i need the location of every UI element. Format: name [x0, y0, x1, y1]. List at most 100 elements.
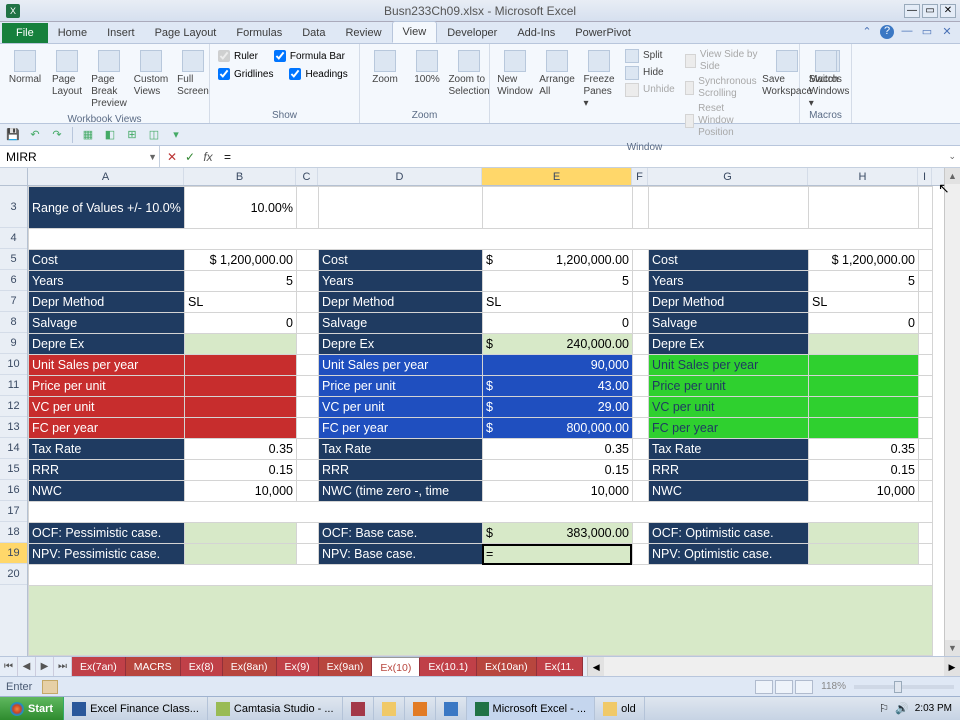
cell-E19[interactable]: = — [483, 544, 633, 565]
zoom-100-button[interactable]: 100% — [408, 48, 446, 88]
taskbar-button-ie[interactable] — [436, 697, 467, 720]
cell-A14[interactable]: Tax Rate — [29, 439, 185, 460]
zoom-to-selection-button[interactable]: Zoom to Selection — [450, 48, 488, 100]
insert-function-icon[interactable]: fx — [200, 150, 216, 164]
row-header-17[interactable]: 17 — [0, 501, 27, 522]
cell-D18[interactable]: OCF: Base case. — [319, 523, 483, 544]
row-header-5[interactable]: 5 — [0, 249, 27, 270]
sheet-tab-6[interactable]: Ex(9an) — [319, 657, 373, 676]
cell-D10[interactable]: Unit Sales per year — [319, 355, 483, 376]
cell-G11[interactable]: Price per unit — [649, 376, 809, 397]
worksheet-grid[interactable]: A B C D E F G H I 3 4 5 6 7 8 9 10 11 12… — [0, 168, 960, 656]
tab-page-layout[interactable]: Page Layout — [145, 23, 227, 43]
cell-D19[interactable]: NPV: Base case. — [319, 544, 483, 565]
close-button[interactable]: ✕ — [940, 4, 956, 18]
cell-B9[interactable] — [185, 334, 297, 355]
qat-customize-icon[interactable]: ▾ — [167, 126, 185, 144]
full-screen-button[interactable]: Full Screen — [174, 48, 212, 100]
col-header-H[interactable]: H — [808, 168, 918, 185]
cell-A10[interactable]: Unit Sales per year — [29, 355, 185, 376]
page-break-preview-button[interactable]: Page Break Preview — [90, 48, 128, 112]
formula-bar-expand-icon[interactable]: ⌄ — [948, 151, 956, 162]
taskbar-button-access[interactable] — [343, 697, 374, 720]
view-page-layout-icon[interactable] — [775, 680, 793, 694]
redo-icon[interactable]: ↷ — [48, 126, 66, 144]
col-header-F[interactable]: F — [632, 168, 648, 185]
taskbar-button-1[interactable]: Excel Finance Class... — [64, 697, 208, 720]
scroll-right-icon[interactable]: ▶ — [944, 657, 960, 676]
cell-B10[interactable] — [185, 355, 297, 376]
new-window-button[interactable]: New Window — [496, 48, 534, 100]
enter-formula-icon[interactable]: ✓ — [182, 150, 198, 164]
cell-G8[interactable]: Salvage — [649, 313, 809, 334]
horizontal-scrollbar[interactable]: ◀ ▶ — [587, 657, 960, 676]
cell-A12[interactable]: VC per unit — [29, 397, 185, 418]
cell-G16[interactable]: NWC — [649, 481, 809, 502]
cell-D11[interactable]: Price per unit — [319, 376, 483, 397]
taskbar-button-2[interactable]: Camtasia Studio - ... — [208, 697, 343, 720]
cell-row4[interactable] — [29, 229, 933, 250]
view-page-break-icon[interactable] — [795, 680, 813, 694]
sheet-tab-2[interactable]: MACRS — [126, 657, 181, 676]
tab-data[interactable]: Data — [292, 23, 335, 43]
cell-H15[interactable]: 0.15 — [809, 460, 919, 481]
system-tray[interactable]: ⚐ 🔊 2:03 PM — [871, 702, 960, 715]
vertical-scrollbar[interactable]: ▲ ▼ — [944, 168, 960, 656]
cell-A6[interactable]: Years — [29, 271, 185, 292]
col-header-I[interactable]: I — [918, 168, 932, 185]
cell-B16[interactable]: 10,000 — [185, 481, 297, 502]
row-header-6[interactable]: 6 — [0, 270, 27, 291]
scroll-left-icon[interactable]: ◀ — [588, 657, 604, 676]
row-header-15[interactable]: 15 — [0, 459, 27, 480]
qat-icon-3[interactable]: ⊞ — [123, 126, 141, 144]
sync-scrolling-button[interactable]: Synchronous Scrolling — [682, 75, 764, 101]
formula-bar-checkbox[interactable]: Formula Bar — [272, 48, 347, 64]
cell-A15[interactable]: RRR — [29, 460, 185, 481]
cell-G7[interactable]: Depr Method — [649, 292, 809, 313]
cell-D5[interactable]: Cost — [319, 250, 483, 271]
cell-B19[interactable] — [185, 544, 297, 565]
cancel-formula-icon[interactable]: ✕ — [164, 150, 180, 164]
tab-view[interactable]: View — [392, 21, 438, 43]
cell-G12[interactable]: VC per unit — [649, 397, 809, 418]
headings-checkbox[interactable]: Headings — [287, 66, 349, 82]
tab-powerpivot[interactable]: PowerPivot — [565, 23, 641, 43]
qat-icon-4[interactable]: ◫ — [145, 126, 163, 144]
cell-D16[interactable]: NWC (time zero -, time — [319, 481, 483, 502]
unhide-button[interactable]: Unhide — [622, 82, 678, 98]
tab-addins[interactable]: Add-Ins — [507, 23, 565, 43]
cell-D6[interactable]: Years — [319, 271, 483, 292]
sheet-nav-prev-icon[interactable]: ◀ — [18, 657, 36, 676]
cell-B11[interactable] — [185, 376, 297, 397]
sheet-tab-10[interactable]: Ex(11. — [537, 657, 584, 676]
cell-D15[interactable]: RRR — [319, 460, 483, 481]
cell-B7[interactable]: SL — [185, 292, 297, 313]
doc-restore-icon[interactable]: ▭ — [920, 25, 934, 39]
cell-G9[interactable]: Depre Ex — [649, 334, 809, 355]
cell-D8[interactable]: Salvage — [319, 313, 483, 334]
sheet-tab-9[interactable]: Ex(10an) — [477, 657, 537, 676]
cell-D12[interactable]: VC per unit — [319, 397, 483, 418]
ruler-checkbox[interactable]: Ruler — [216, 48, 260, 64]
help-icon[interactable]: ? — [880, 25, 894, 39]
view-side-by-side-button[interactable]: View Side by Side — [682, 48, 764, 74]
row-header-4[interactable]: 4 — [0, 228, 27, 249]
cell-A11[interactable]: Price per unit — [29, 376, 185, 397]
cell-G18[interactable]: OCF: Optimistic case. — [649, 523, 809, 544]
qat-icon-2[interactable]: ◧ — [101, 126, 119, 144]
cell-A8[interactable]: Salvage — [29, 313, 185, 334]
cell-I3[interactable] — [919, 187, 933, 229]
row-header-13[interactable]: 13 — [0, 417, 27, 438]
taskbar-button-firefox[interactable] — [405, 697, 436, 720]
cell-G19[interactable]: NPV: Optimistic case. — [649, 544, 809, 565]
cell-H8[interactable]: 0 — [809, 313, 919, 334]
tray-icon-1[interactable]: ⚐ — [879, 702, 889, 715]
clock[interactable]: 2:03 PM — [915, 703, 952, 714]
tab-home[interactable]: Home — [48, 23, 97, 43]
cell-B6[interactable]: 5 — [185, 271, 297, 292]
tab-insert[interactable]: Insert — [97, 23, 145, 43]
row-header-10[interactable]: 10 — [0, 354, 27, 375]
reset-window-position-button[interactable]: Reset Window Position — [682, 102, 764, 140]
cell-A19[interactable]: NPV: Pessimistic case. — [29, 544, 185, 565]
zoom-slider-thumb[interactable] — [894, 681, 902, 693]
